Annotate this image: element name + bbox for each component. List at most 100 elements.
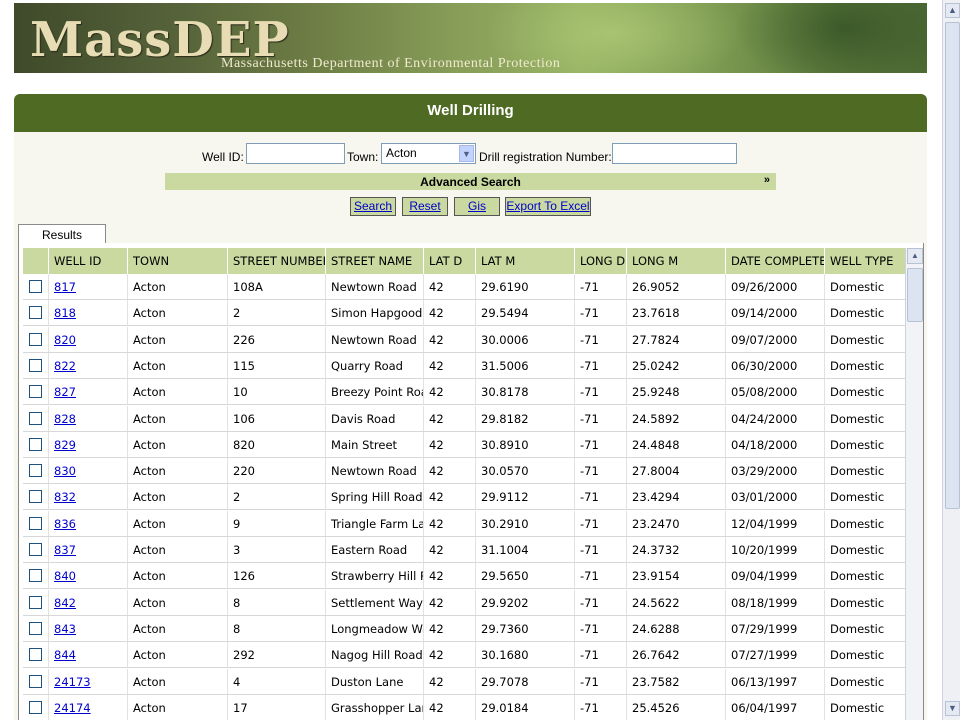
- col-street-number-cell: 10: [227, 379, 325, 405]
- table-row[interactable]: 817 Acton 108A Newtown Road 42 29.6190 -71 26.9…: [23, 274, 905, 300]
- table-row[interactable]: 843Acton8Longmeadow Way4229.7360-7124.62…: [23, 615, 905, 642]
- well-id-link[interactable]: 817: [48, 274, 127, 299]
- row-checkbox[interactable]: [29, 595, 42, 609]
- row-checkbox[interactable]: [29, 385, 42, 399]
- search-button[interactable]: Search: [350, 197, 396, 216]
- well-id-link[interactable]: 827: [48, 379, 127, 405]
- col-lat-d-header[interactable]: LAT D: [423, 248, 475, 274]
- row-checkbox[interactable]: [29, 648, 42, 662]
- well-id-link[interactable]: 822: [48, 352, 127, 378]
- scroll-down-icon[interactable]: ▼: [945, 701, 960, 716]
- row-checkbox[interactable]: [29, 700, 42, 714]
- double-chevron-down-icon[interactable]: »: [764, 174, 770, 186]
- well-id-link[interactable]: 818: [48, 300, 127, 326]
- col-long-m-cell: 24.6288: [626, 615, 725, 641]
- table-row[interactable]: 832 Acton 2 Spring Hill Road 42 29.9112 -71 23.…: [23, 484, 905, 511]
- scrollbar-thumb[interactable]: [945, 22, 960, 509]
- table-row[interactable]: 820 Acton 226 Newtown Road 42 30.0006 -71 27.78…: [23, 326, 905, 353]
- col-date-complete-cell: 10/20/1999: [725, 537, 824, 562]
- col-lat-m-cell: 29.7078: [475, 668, 574, 694]
- row-checkbox[interactable]: [29, 621, 42, 635]
- table-row[interactable]: 829 Acton 820 Main Street 42 30.8910 -71 24.484…: [23, 431, 905, 458]
- col-well-type-cell: Domestic: [824, 589, 905, 615]
- table-row[interactable]: 24174Acton17Grasshopper Lane4229.0184-71…: [23, 694, 905, 720]
- col-long-d-header[interactable]: LONG D: [574, 248, 626, 274]
- col-date-complete-cell: 07/29/1999: [725, 615, 824, 641]
- table-row[interactable]: 24173 Acton 4 Duston Lane 42 29.7078 -71 23.758…: [23, 668, 905, 695]
- reset-button[interactable]: Reset: [402, 197, 448, 216]
- well-id-link[interactable]: 830: [48, 458, 127, 484]
- table-row[interactable]: 828 Acton 106 Davis Road 42 29.8182 -71 24.5892…: [23, 405, 905, 432]
- row-checkbox[interactable]: [29, 280, 42, 293]
- chevron-down-icon[interactable]: ▼: [459, 145, 474, 162]
- page-scrollbar[interactable]: ▲ ▼: [942, 0, 960, 720]
- col-well-type-cell: Domestic: [824, 379, 905, 405]
- col-street-number-header[interactable]: STREET NUMBER: [227, 248, 325, 274]
- table-row[interactable]: 844 Acton 292 Nagog Hill Road 42 30.1680 -71 26…: [23, 642, 905, 669]
- col-long-m-header[interactable]: LONG M: [626, 248, 725, 274]
- col-well-type-header[interactable]: WELL TYPE: [824, 248, 905, 274]
- table-row[interactable]: 818 Acton 2 Simon Hapgood L 42 29.5494 -71 23.7…: [23, 300, 905, 327]
- col-street-name-cell: Simon Hapgood L: [325, 300, 423, 326]
- row-checkbox[interactable]: [29, 332, 42, 346]
- scroll-up-icon[interactable]: ▲: [945, 3, 960, 18]
- well-id-link[interactable]: 832: [48, 484, 127, 510]
- row-checkbox[interactable]: [29, 674, 42, 688]
- well-id-link[interactable]: 837: [48, 537, 127, 562]
- col-lat-m-cell: 29.9202: [475, 589, 574, 615]
- col-date-complete-header[interactable]: DATE COMPLETE: [725, 248, 824, 274]
- well-id-link[interactable]: 24174: [48, 694, 127, 720]
- col-lat-m-cell: 29.7360: [475, 615, 574, 641]
- table-row[interactable]: 837 Acton 3 Eastern Road 42 31.1004 -71 24.3732…: [23, 537, 905, 563]
- grid-scrollbar[interactable]: ▲: [905, 248, 923, 720]
- table-row[interactable]: 827 Acton 10 Breezy Point Roa 42 30.8178 -71 25…: [23, 379, 905, 406]
- well-id-link[interactable]: 836: [48, 510, 127, 536]
- col-street-number-cell: 226: [227, 326, 325, 352]
- col-lat-m-header[interactable]: LAT M: [475, 248, 574, 274]
- well-id-link[interactable]: 842: [48, 589, 127, 615]
- scroll-up-icon[interactable]: ▲: [907, 248, 923, 264]
- advanced-search-toggle[interactable]: Advanced Search »: [165, 173, 776, 190]
- col-well-id-header[interactable]: WELL ID: [48, 248, 127, 274]
- well-id-link[interactable]: 829: [48, 431, 127, 457]
- well-id-link[interactable]: 828: [48, 405, 127, 431]
- col-town-cell: Acton: [127, 615, 227, 641]
- col-well-type-cell: Domestic: [824, 352, 905, 378]
- table-row[interactable]: 830 Acton 220 Newtown Road 42 30.0570 -71 27.80…: [23, 458, 905, 485]
- well-id-link[interactable]: 844: [48, 642, 127, 668]
- row-checkbox[interactable]: [29, 543, 42, 556]
- col-well-type-cell: Domestic: [824, 615, 905, 641]
- col-well-type-cell: Domestic: [824, 431, 905, 457]
- table-row[interactable]: 840Acton126Strawberry Hill Ro4229.5650-7…: [23, 563, 905, 590]
- table-row[interactable]: 822 Acton 115 Quarry Road 42 31.5006 -71 25.024…: [23, 352, 905, 379]
- col-long-d-cell: -71: [574, 510, 626, 536]
- gis-button[interactable]: Gis: [454, 197, 500, 216]
- row-checkbox[interactable]: [29, 437, 42, 451]
- row-checkbox[interactable]: [29, 516, 42, 530]
- row-checkbox[interactable]: [29, 490, 42, 504]
- row-checkbox[interactable]: [29, 358, 42, 372]
- row-checkbox[interactable]: [29, 306, 42, 320]
- town-select[interactable]: Acton ▼: [381, 143, 476, 164]
- col-lat-m-cell: 30.8910: [475, 431, 574, 457]
- well-id-input[interactable]: [246, 143, 345, 164]
- col-date-complete-cell: 09/26/2000: [725, 274, 824, 299]
- row-checkbox[interactable]: [29, 411, 42, 425]
- row-checkbox[interactable]: [29, 569, 42, 583]
- well-id-link[interactable]: 843: [48, 615, 127, 641]
- well-id-link[interactable]: 820: [48, 326, 127, 352]
- tab-results[interactable]: Results: [18, 224, 106, 244]
- col-street-number-cell: 292: [227, 642, 325, 668]
- scrollbar-thumb[interactable]: [907, 268, 923, 322]
- table-row[interactable]: 836 Acton 9 Triangle Farm Lar 42 30.2910 -71 23…: [23, 510, 905, 537]
- results-grid: WELL ID TOWN STREET NUMBER STREET NAME LAT D…: [18, 243, 924, 720]
- col-street-name-header[interactable]: STREET NAME: [325, 248, 423, 274]
- drill-registration-input[interactable]: [612, 143, 737, 164]
- row-checkbox[interactable]: [29, 464, 42, 478]
- well-id-link[interactable]: 840: [48, 563, 127, 589]
- export-to-excel-button[interactable]: Export To Excel: [505, 197, 591, 216]
- col-long-d-cell: -71: [574, 352, 626, 378]
- well-id-link[interactable]: 24173: [48, 668, 127, 694]
- table-row[interactable]: 842 Acton 8 Settlement Way 42 29.9202 -71 24.56…: [23, 589, 905, 616]
- col-town-header[interactable]: TOWN: [127, 248, 227, 274]
